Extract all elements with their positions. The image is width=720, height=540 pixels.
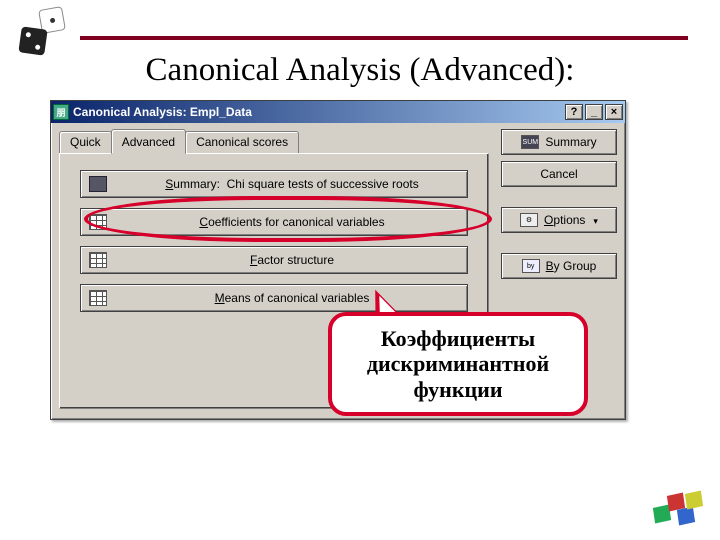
by-group-icon: by xyxy=(522,259,540,273)
options-button[interactable]: ⚙ Options xyxy=(501,207,617,233)
right-button-column: SUM Summary Cancel ⚙ Options by By Group xyxy=(501,129,617,279)
help-button[interactable]: ? xyxy=(565,104,583,120)
summary-icon xyxy=(89,176,107,192)
slide-rule-line xyxy=(80,36,688,40)
minimize-button[interactable]: _ xyxy=(585,104,603,120)
slide-corner-decoration xyxy=(16,8,72,56)
summary-button[interactable]: SUM Summary xyxy=(501,129,617,155)
tab-quick[interactable]: Quick xyxy=(59,131,112,153)
chevron-down-icon xyxy=(591,213,598,227)
cancel-button[interactable]: Cancel xyxy=(501,161,617,187)
coefficients-button[interactable]: Coefficients for canonical variables xyxy=(80,208,468,236)
callout-line2: дискриминантной xyxy=(350,351,566,376)
grid-icon xyxy=(89,252,107,268)
callout-line3: функции xyxy=(350,377,566,402)
options-icon: ⚙ xyxy=(520,213,538,227)
slide-title: Canonical Analysis (Advanced): xyxy=(0,52,720,89)
by-group-button[interactable]: by By Group xyxy=(501,253,617,279)
summary-chi-button[interactable]: Summary: Chi square tests of successive … xyxy=(80,170,468,198)
close-button[interactable]: × xyxy=(605,104,623,120)
grid-icon xyxy=(89,290,107,306)
factor-structure-button[interactable]: Factor structure xyxy=(80,246,468,274)
means-button[interactable]: Means of canonical variables xyxy=(80,284,468,312)
titlebar: 朋 Canonical Analysis: Empl_Data ? _ × xyxy=(51,101,625,123)
summary-mini-icon: SUM xyxy=(521,135,539,149)
app-icon: 朋 xyxy=(53,104,69,120)
grid-icon xyxy=(89,214,107,230)
tab-advanced[interactable]: Advanced xyxy=(111,129,186,154)
callout-bubble: Коэффициенты дискриминантной функции xyxy=(328,312,588,416)
slide-corner-art xyxy=(648,484,708,534)
window-title: Canonical Analysis: Empl_Data xyxy=(73,105,252,119)
tab-canonical-scores[interactable]: Canonical scores xyxy=(185,131,299,153)
callout-line1: Коэффициенты xyxy=(350,326,566,351)
